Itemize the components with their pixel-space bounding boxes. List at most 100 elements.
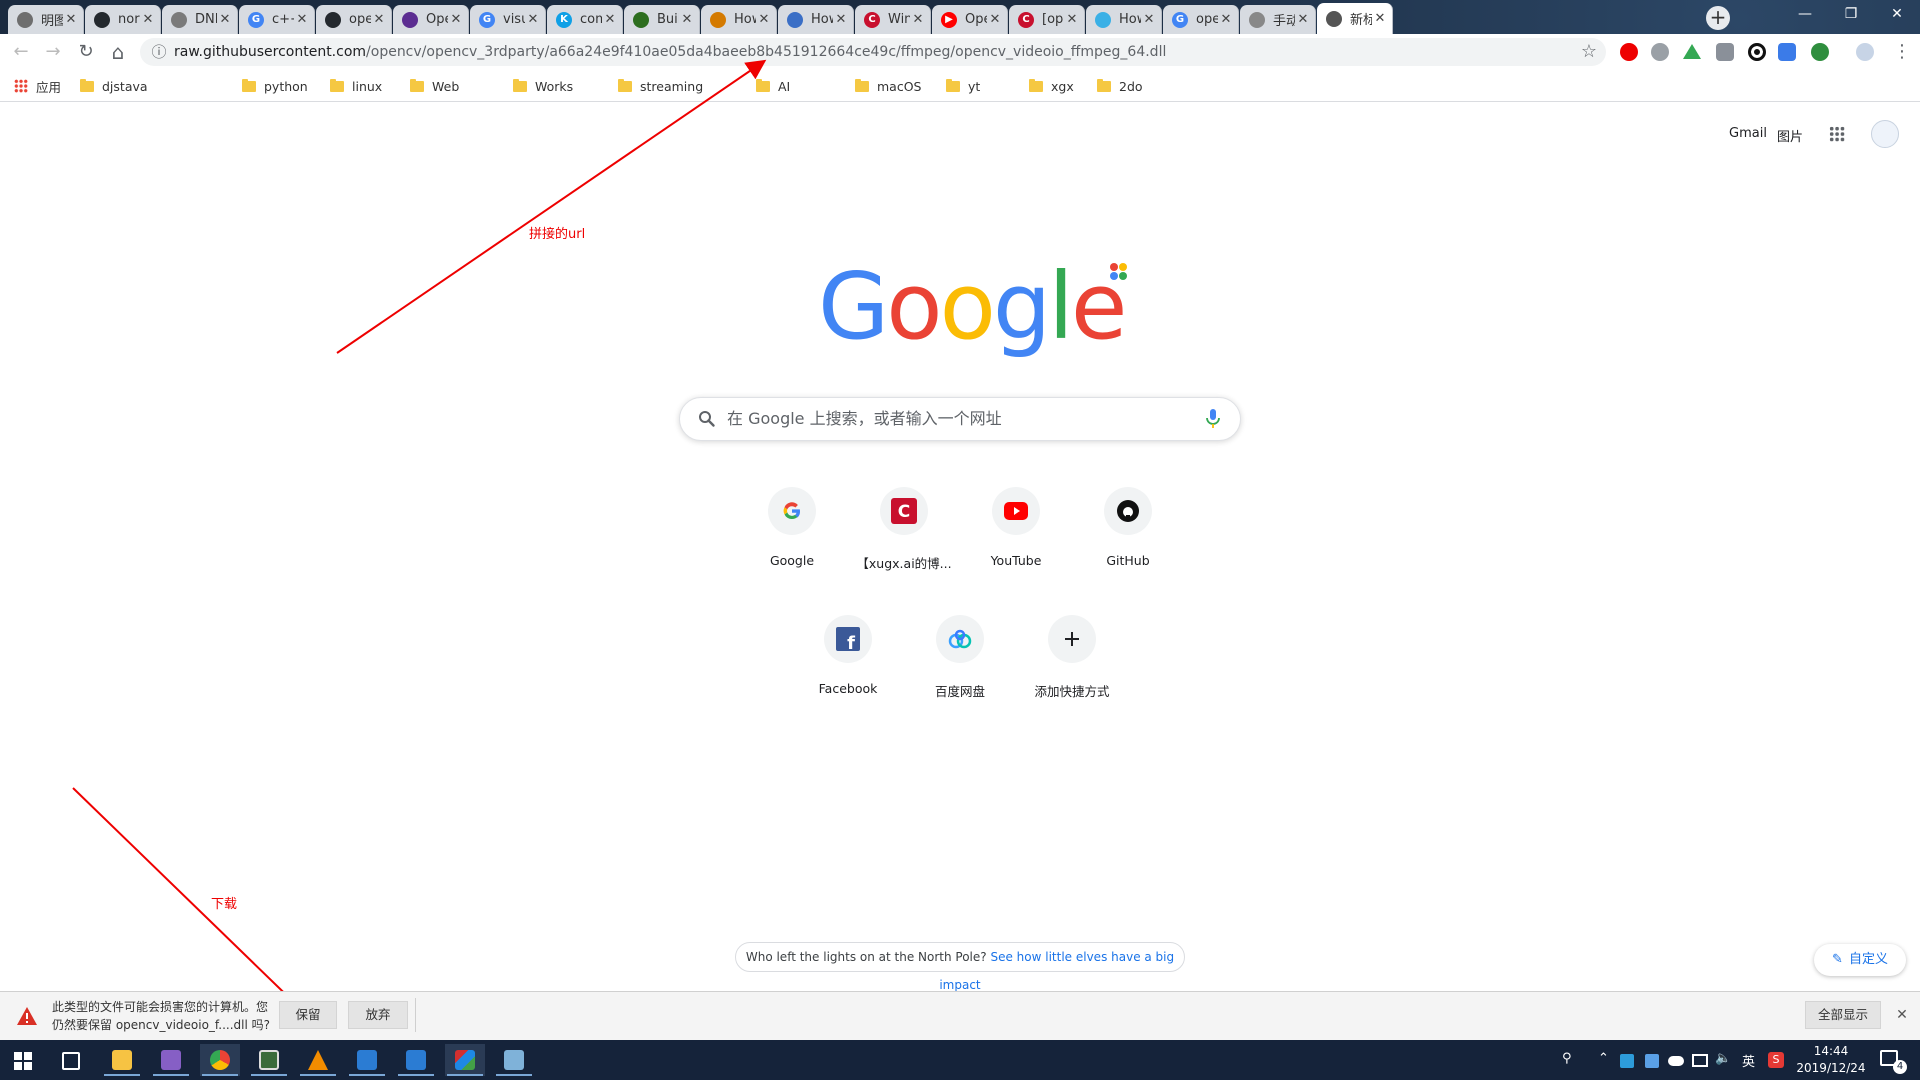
keep-download-button[interactable]: 保留 xyxy=(279,1001,337,1029)
tab[interactable]: How✕ xyxy=(778,5,854,34)
chrome-taskbar-icon[interactable] xyxy=(200,1044,240,1076)
tab-close-icon[interactable]: ✕ xyxy=(294,12,310,27)
terminal-app-icon[interactable] xyxy=(249,1044,289,1076)
chrome-menu-button[interactable]: ⋮ xyxy=(1892,40,1912,64)
tray-app-icon[interactable] xyxy=(1645,1054,1659,1068)
shortcut-tile[interactable]: 百度网盘 xyxy=(904,615,1016,727)
site-info-icon[interactable]: ⓘ xyxy=(149,42,169,62)
maximize-button[interactable]: ❐ xyxy=(1828,0,1874,30)
task-view-icon[interactable] xyxy=(62,1052,80,1070)
cmake-icon[interactable] xyxy=(445,1044,485,1076)
bookmark-star-icon[interactable]: ☆ xyxy=(1578,40,1600,64)
discard-download-button[interactable]: 放弃 xyxy=(348,1001,408,1029)
tab-close-icon[interactable]: ✕ xyxy=(217,12,233,27)
bookmark-folder[interactable]: linux xyxy=(330,77,382,95)
tab-close-icon[interactable]: ✕ xyxy=(602,12,618,27)
extension-icon[interactable] xyxy=(1716,43,1734,61)
google-drive-icon[interactable] xyxy=(1683,44,1701,59)
tab[interactable]: Oper✕ xyxy=(393,5,469,34)
minimize-button[interactable]: — xyxy=(1782,0,1828,30)
tab[interactable]: Goper✕ xyxy=(1163,5,1239,34)
profile-avatar-icon[interactable] xyxy=(1856,43,1874,61)
shortcut-tile[interactable]: C 【xugx.ai的博... xyxy=(848,487,960,599)
bookmark-folder[interactable]: Web xyxy=(410,77,459,95)
forward-button[interactable]: → xyxy=(41,40,65,64)
network-icon[interactable] xyxy=(1692,1054,1708,1067)
clock[interactable]: 14:44 2019/12/24 xyxy=(1796,1043,1866,1077)
tab-close-icon[interactable]: ✕ xyxy=(756,12,772,27)
recycle-extension-icon[interactable] xyxy=(1651,43,1669,61)
tab-close-icon[interactable]: ✕ xyxy=(1295,12,1311,27)
tab-close-icon[interactable]: ✕ xyxy=(910,12,926,27)
shortcut-tile[interactable]: GitHub xyxy=(1072,487,1184,599)
bluetooth-tray-icon[interactable] xyxy=(1620,1054,1634,1068)
shortcut-tile[interactable]: Google xyxy=(736,487,848,599)
home-button[interactable]: ⌂ xyxy=(106,40,130,64)
tab-close-icon[interactable]: ✕ xyxy=(1064,12,1080,27)
tab[interactable]: How✕ xyxy=(701,5,777,34)
bookmark-folder[interactable]: python xyxy=(242,77,308,95)
bookmark-folder[interactable]: streaming xyxy=(618,77,703,95)
translate-extension-icon[interactable] xyxy=(1778,43,1796,61)
tab[interactable]: open✕ xyxy=(316,5,392,34)
search-input[interactable]: 在 Google 上搜索，或者输入一个网址 xyxy=(727,407,1002,431)
tab[interactable]: DNN✕ xyxy=(162,5,238,34)
shortcut-tile[interactable]: YouTube xyxy=(960,487,1072,599)
back-button[interactable]: ← xyxy=(9,40,33,64)
shortcut-tile[interactable]: 添加快捷方式 xyxy=(1016,615,1128,727)
opera-extension-icon[interactable] xyxy=(1620,43,1638,61)
tab[interactable]: 明图✕ xyxy=(8,5,84,34)
tab[interactable]: Kcomp✕ xyxy=(547,5,623,34)
tab-close-icon[interactable]: ✕ xyxy=(833,12,849,27)
images-link[interactable]: 图片 xyxy=(1777,126,1803,145)
google-apps-icon[interactable] xyxy=(1829,126,1845,142)
tab[interactable]: How✕ xyxy=(1086,5,1162,34)
bookmark-folder[interactable]: 2do xyxy=(1097,77,1143,95)
voice-search-icon[interactable] xyxy=(1205,408,1221,430)
tab-close-icon[interactable]: ✕ xyxy=(679,12,695,27)
close-download-bar-button[interactable]: ✕ xyxy=(1892,1005,1912,1025)
tab-active[interactable]: 新标✕ xyxy=(1317,3,1393,34)
bookmark-folder[interactable]: yt xyxy=(946,77,980,95)
shortcut-tile[interactable]: f Facebook xyxy=(792,615,904,727)
globe-extension-icon[interactable] xyxy=(1811,43,1829,61)
tab[interactable]: C [op ✕ xyxy=(1009,5,1085,34)
tab-close-icon[interactable]: ✕ xyxy=(1141,12,1157,27)
sogou-ime-icon[interactable]: S xyxy=(1768,1052,1784,1068)
bookmark-folder[interactable]: macOS xyxy=(855,77,921,95)
windows-start-icon[interactable] xyxy=(14,1052,32,1070)
word-app-icon[interactable] xyxy=(347,1044,387,1076)
tray-expand-icon[interactable]: ⌃ xyxy=(1598,1051,1609,1066)
reload-button[interactable]: ↻ xyxy=(74,40,98,64)
tab[interactable]: ▶ Oper✕ xyxy=(932,5,1008,34)
tab[interactable]: Gc++✕ xyxy=(239,5,315,34)
onedrive-icon[interactable] xyxy=(1668,1056,1684,1066)
customize-button[interactable]: ✎ 自定义 xyxy=(1814,944,1906,976)
tab-close-icon[interactable]: ✕ xyxy=(1372,11,1388,26)
tab-close-icon[interactable]: ✕ xyxy=(525,12,541,27)
tab[interactable]: norm✕ xyxy=(85,5,161,34)
tab[interactable]: Gvisua✕ xyxy=(470,5,546,34)
people-icon[interactable]: ⚲ xyxy=(1562,1051,1572,1066)
bookmark-folder[interactable]: AI xyxy=(756,77,790,95)
file-explorer-icon[interactable] xyxy=(102,1044,142,1076)
tab-close-icon[interactable]: ✕ xyxy=(140,12,156,27)
url-text[interactable]: raw.githubusercontent.com/opencv/opencv_… xyxy=(174,38,1166,66)
bookmark-apps[interactable]: 应用 xyxy=(14,77,61,95)
tab-close-icon[interactable]: ✕ xyxy=(371,12,387,27)
tab[interactable]: C Winc✕ xyxy=(855,5,931,34)
bookmark-folder[interactable]: Works xyxy=(513,77,573,95)
tab-close-icon[interactable]: ✕ xyxy=(1218,12,1234,27)
notepad-icon[interactable] xyxy=(494,1044,534,1076)
tab-close-icon[interactable]: ✕ xyxy=(987,12,1003,27)
circle-extension-icon[interactable] xyxy=(1748,43,1766,61)
todo-app-icon[interactable] xyxy=(396,1044,436,1076)
close-window-button[interactable]: ✕ xyxy=(1874,0,1920,30)
tab[interactable]: 手动✕ xyxy=(1240,5,1316,34)
tab-close-icon[interactable]: ✕ xyxy=(448,12,464,27)
ime-indicator[interactable]: 英 xyxy=(1742,1051,1755,1070)
show-all-downloads-button[interactable]: 全部显示 xyxy=(1805,1001,1881,1029)
new-tab-button[interactable]: + xyxy=(1706,6,1730,30)
bookmark-folder[interactable]: djstava xyxy=(80,77,148,95)
tab-close-icon[interactable]: ✕ xyxy=(63,12,79,27)
